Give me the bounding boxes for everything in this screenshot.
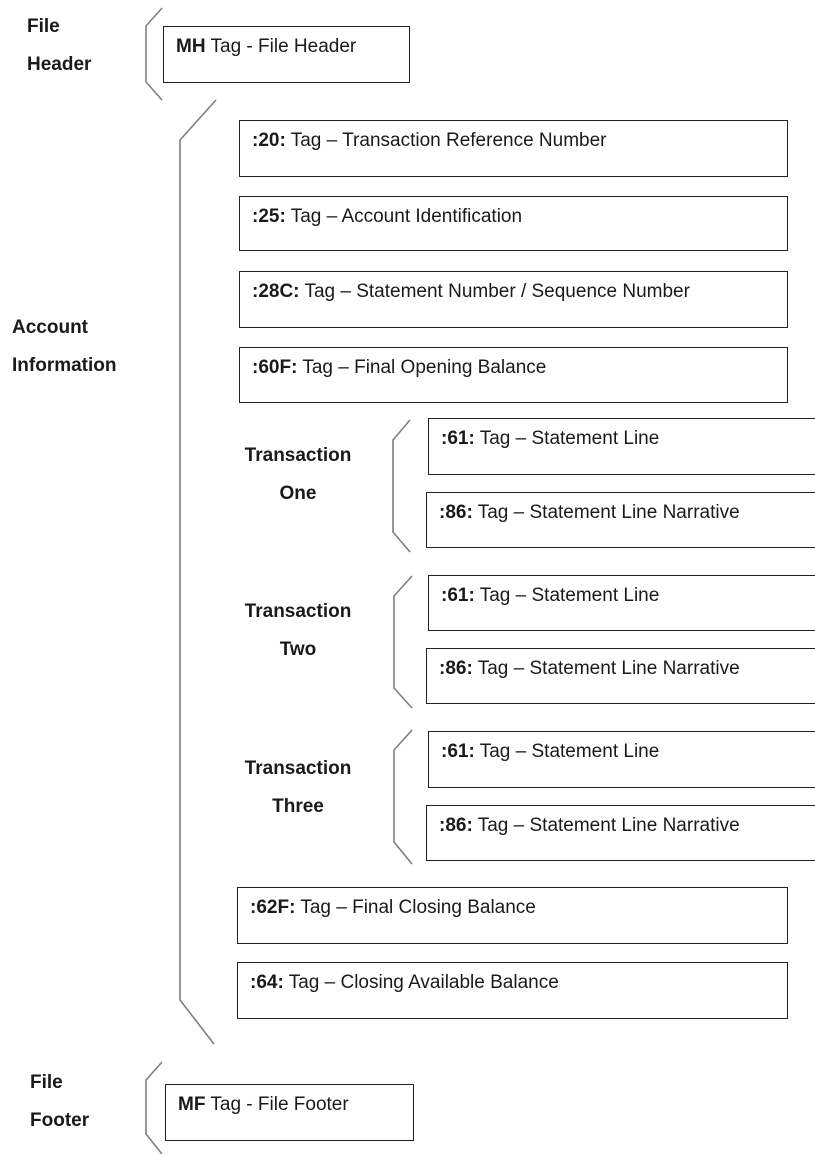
tag-20-box: :20: Tag – Transaction Reference Number: [239, 120, 788, 177]
tag-code: :60F:: [252, 357, 298, 378]
tag-code: :62F:: [250, 897, 296, 918]
tag-description: Tag - File Footer: [205, 1094, 349, 1115]
tag-code: :86:: [439, 502, 473, 523]
tag-code: :25:: [252, 206, 286, 227]
tag-description: Tag – Account Identification: [285, 206, 523, 227]
tag-description: Tag - File Header: [205, 36, 357, 57]
tag-code: :64:: [250, 972, 284, 993]
transaction-one-bracket: [392, 419, 411, 553]
tag-60f-box: :60F: Tag – Final Opening Balance: [239, 347, 788, 403]
tag-code: MH: [176, 36, 206, 57]
tag-description: Tag – Closing Available Balance: [283, 972, 559, 993]
tag-code: :20:: [252, 130, 286, 151]
tag-description: Tag – Transaction Reference Number: [285, 130, 607, 151]
file-header-label: File Header: [27, 16, 92, 75]
transaction-one-tag-61-box: :61: Tag – Statement Line: [428, 418, 815, 475]
transaction-two-tag-61-box: :61: Tag – Statement Line: [428, 575, 815, 631]
transaction-one-tag-86-box: :86: Tag – Statement Line Narrative: [426, 492, 815, 548]
transaction-three-label: Transaction Three: [244, 758, 352, 817]
transaction-three-tag-86-box: :86: Tag – Statement Line Narrative: [426, 805, 815, 861]
tag-64-box: :64: Tag – Closing Available Balance: [237, 962, 788, 1019]
tag-code: :61:: [441, 428, 475, 449]
tag-25-box: :25: Tag – Account Identification: [239, 196, 788, 251]
tag-description: Tag – Final Closing Balance: [295, 897, 536, 918]
tag-description: Tag – Statement Line Narrative: [472, 658, 740, 679]
transaction-two-tag-86-box: :86: Tag – Statement Line Narrative: [426, 648, 815, 704]
transaction-three-tag-61-box: :61: Tag – Statement Line: [428, 731, 815, 788]
tag-code: :61:: [441, 741, 475, 762]
account-bracket: [179, 99, 217, 1045]
tag-description: Tag – Statement Line Narrative: [472, 502, 740, 523]
tag-code: :86:: [439, 658, 473, 679]
transaction-two-bracket: [393, 575, 413, 709]
transaction-one-label: Transaction One: [244, 445, 352, 504]
header-bracket: [145, 7, 163, 101]
mh-tag-box: MH Tag - File Header: [163, 26, 410, 83]
tag-28c-box: :28C: Tag – Statement Number / Sequence …: [239, 271, 788, 328]
tag-description: Tag – Final Opening Balance: [297, 357, 547, 378]
tag-description: Tag – Statement Line: [474, 428, 660, 449]
tag-code: :61:: [441, 585, 475, 606]
transaction-three-bracket: [393, 729, 413, 865]
tag-description: Tag – Statement Line Narrative: [472, 815, 740, 836]
account-information-label: Account Information: [12, 317, 117, 376]
tag-62f-box: :62F: Tag – Final Closing Balance: [237, 887, 788, 944]
mf-tag-box: MF Tag - File Footer: [165, 1084, 414, 1141]
tag-code: :86:: [439, 815, 473, 836]
file-footer-label: File Footer: [30, 1072, 90, 1131]
tag-description: Tag – Statement Line: [474, 741, 660, 762]
tag-description: Tag – Statement Number / Sequence Number: [299, 281, 690, 302]
tag-description: Tag – Statement Line: [474, 585, 660, 606]
tag-code: MF: [178, 1094, 206, 1115]
transaction-two-label: Transaction Two: [244, 601, 352, 660]
tag-code: :28C:: [252, 281, 300, 302]
footer-bracket: [145, 1061, 163, 1154]
